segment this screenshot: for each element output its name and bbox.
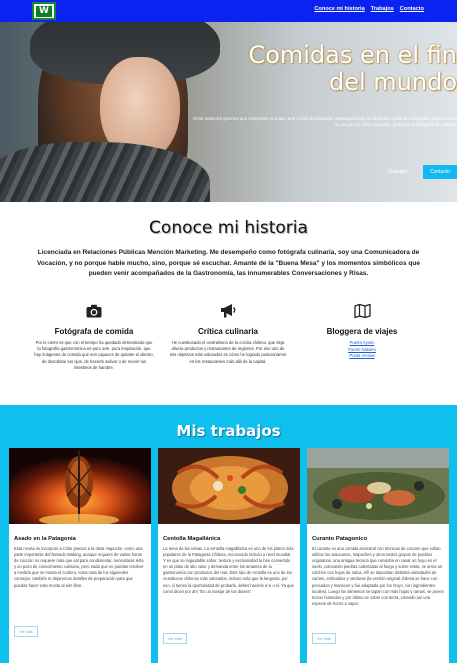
trabajos-button[interactable]: Trabajos bbox=[381, 165, 415, 179]
hero-title-line2: del mundo bbox=[328, 68, 457, 96]
card-title: Curanto Patagonico bbox=[312, 536, 368, 542]
top-navbar: W Conoce mi historia Trabajos Contacto bbox=[0, 0, 457, 22]
hero-banner: Comidas en el fin del mundo Entre todos … bbox=[0, 22, 457, 202]
about-title: Conoce mi historia bbox=[149, 218, 308, 238]
camera-icon bbox=[86, 304, 102, 318]
card-text: La reina de las reinas. La centolla maga… bbox=[163, 546, 294, 594]
feature-food-photographer: Fotógrafa de comida Por lo cierto es que… bbox=[34, 303, 154, 371]
feature-title: Crítica culinaria bbox=[197, 327, 259, 336]
card-title: Asado en la Patagonia bbox=[14, 536, 76, 542]
contacto-button[interactable]: Contacto bbox=[423, 165, 457, 179]
ver-mas-button[interactable]: ver más bbox=[14, 626, 38, 637]
feature-text: He cuestionado el centralismo de la coci… bbox=[169, 340, 287, 364]
link-punta-arenas[interactable]: Punta Arenas bbox=[302, 353, 422, 360]
works-title: Mis trabajos bbox=[176, 422, 281, 440]
work-card-centolla: Centolla Magallánica La reina de las rei… bbox=[158, 448, 300, 663]
ver-mas-button[interactable]: Ver más bbox=[312, 633, 336, 644]
nav-link-trabajos[interactable]: Trabajos bbox=[371, 6, 394, 12]
curanto-photo bbox=[307, 448, 449, 524]
feature-title: Fotógrafa de comida bbox=[54, 327, 134, 336]
feature-title: Bloggera de viajes bbox=[326, 327, 398, 336]
map-icon bbox=[353, 303, 371, 319]
megaphone-icon bbox=[220, 304, 235, 318]
about-text: Licenciada en Relaciones Públicas Menció… bbox=[37, 249, 420, 277]
asado-photo bbox=[9, 448, 151, 526]
hero-subtitle: Entre todos los géneros que componen el … bbox=[193, 116, 457, 127]
card-text: Esta receta se incorporó a Chile gracias… bbox=[14, 546, 144, 588]
nav-links: Conoce mi historia Trabajos Contacto bbox=[314, 6, 424, 12]
hero-title: Comidas en el fin del mundo bbox=[197, 42, 457, 96]
card-text: El curanto es una comida ancestral con t… bbox=[312, 546, 444, 606]
work-card-asado: Asado en la Patagonia Esta receta se inc… bbox=[9, 448, 151, 663]
card-title: Centolla Magallánica bbox=[163, 536, 221, 542]
hero-title-line1: Comidas en el fin bbox=[248, 41, 457, 69]
feature-travel-blogger: Bloggera de viajes Puerto Aysén Puerto N… bbox=[302, 303, 422, 360]
work-card-curanto: Curanto Patagonico El curanto es una com… bbox=[307, 448, 449, 663]
nav-link-contacto[interactable]: Contacto bbox=[400, 6, 424, 12]
logo-mark: W bbox=[36, 5, 52, 17]
ver-mas-button[interactable]: Ver más bbox=[163, 633, 187, 644]
centolla-photo bbox=[158, 448, 300, 524]
feature-critic: Crítica culinaria He cuestionado el cent… bbox=[168, 303, 288, 365]
works-section: Mis trabajos Asado en la Patagonia Esta … bbox=[0, 405, 457, 663]
site-logo[interactable]: W bbox=[32, 2, 56, 20]
feature-text: Por lo cierto es que con el tiempo ha qu… bbox=[34, 340, 154, 370]
nav-link-historia[interactable]: Conoce mi historia bbox=[314, 6, 364, 12]
